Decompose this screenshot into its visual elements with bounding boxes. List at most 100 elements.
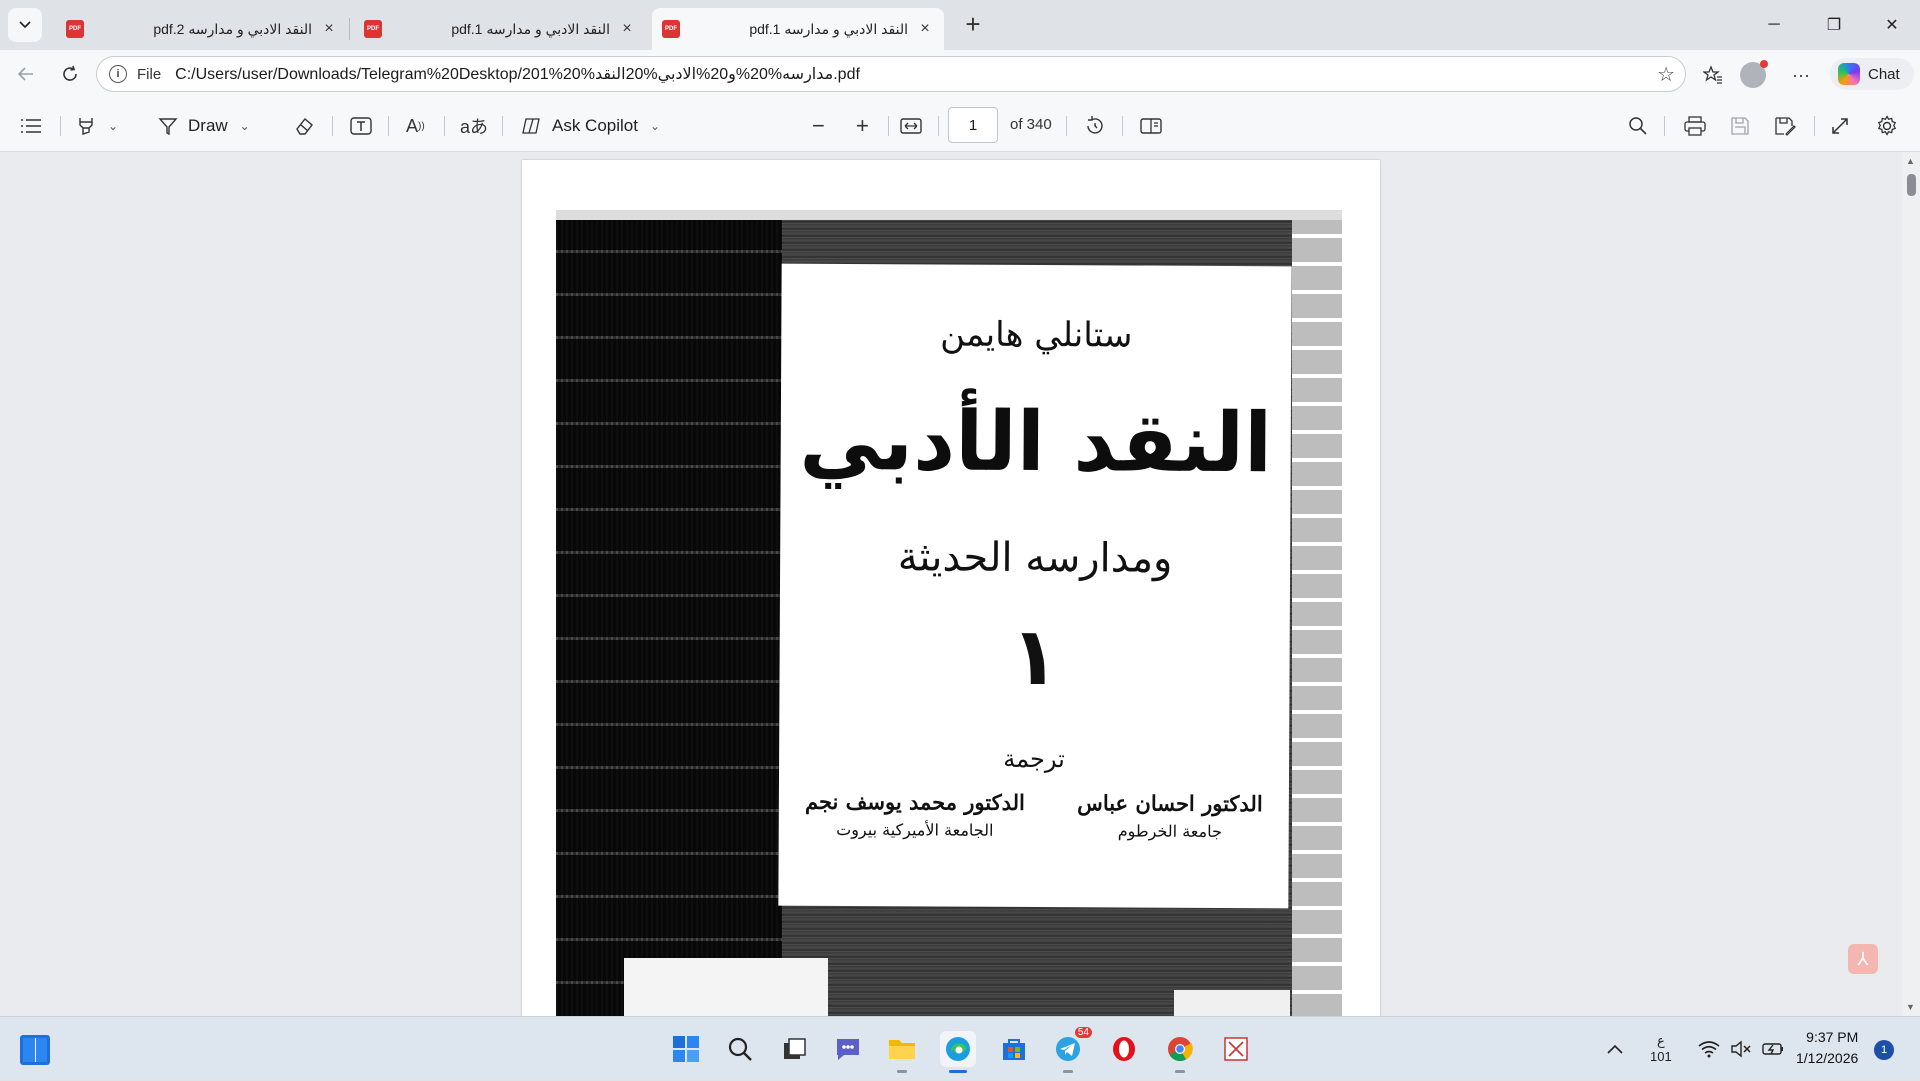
- tab-2[interactable]: PDF النقد الادبي و مدارسه pdf.1 ×: [354, 8, 646, 50]
- vertical-scrollbar[interactable]: ▲ ▼: [1902, 152, 1920, 1016]
- read-aloud-icon: A: [406, 115, 419, 136]
- translate-button[interactable]: aあ: [460, 112, 488, 140]
- zoom-out-button[interactable]: −: [812, 112, 825, 140]
- list-icon: [21, 119, 41, 133]
- contents-button[interactable]: [20, 112, 42, 140]
- more-options-icon[interactable]: ···: [1786, 60, 1816, 90]
- rotate-icon: [1087, 116, 1103, 134]
- save-button[interactable]: [1730, 112, 1750, 140]
- ask-copilot-button[interactable]: Ask Copilot ⌄: [520, 112, 660, 140]
- chevron-down-icon[interactable]: ⌄: [650, 119, 660, 133]
- page-view-button[interactable]: [1140, 112, 1162, 140]
- favorite-star-icon[interactable]: ☆: [1657, 62, 1675, 87]
- draw-label: Draw: [188, 116, 228, 135]
- show-hidden-icons-button[interactable]: [1606, 1017, 1624, 1081]
- microsoft-store-icon[interactable]: [996, 1031, 1032, 1067]
- clock[interactable]: 9:37 PM 1/12/2026: [1796, 1027, 1858, 1069]
- translators: الدكتور احسان عباس جامعة الخرطوم الدكتور…: [779, 789, 1289, 842]
- site-info-icon[interactable]: i: [109, 65, 127, 83]
- search-icon[interactable]: [722, 1031, 758, 1067]
- teams-chat-icon[interactable]: [830, 1031, 866, 1067]
- running-indicator: [1063, 1070, 1073, 1073]
- print-button[interactable]: [1684, 112, 1706, 140]
- scrollbar-thumb[interactable]: [1907, 174, 1916, 196]
- fit-width-button[interactable]: [900, 112, 922, 140]
- save-as-button[interactable]: [1774, 112, 1796, 140]
- gear-icon: [1877, 115, 1897, 136]
- tab-title: النقد الادبي و مدارسه pdf.2: [153, 20, 312, 37]
- copilot-chat-button[interactable]: Chat: [1830, 58, 1914, 90]
- toolbar-divider: [388, 116, 389, 136]
- start-menu-windows-icon[interactable]: [668, 1031, 704, 1067]
- fullscreen-button[interactable]: [1830, 112, 1850, 140]
- system-tray-status[interactable]: [1698, 1017, 1786, 1081]
- telegram-icon[interactable]: 54: [1050, 1027, 1092, 1073]
- draw-button[interactable]: Draw ⌄: [158, 112, 250, 140]
- settings-button[interactable]: [1876, 112, 1898, 140]
- input-language-indicator[interactable]: ع 101: [1650, 1017, 1672, 1081]
- back-button[interactable]: [10, 58, 42, 90]
- highlighter-icon: [79, 118, 93, 135]
- highlight-button[interactable]: ⌄: [76, 112, 118, 140]
- toolbar-divider: [332, 116, 333, 136]
- close-icon[interactable]: ×: [618, 20, 636, 38]
- restore-button[interactable]: ❐: [1806, 0, 1862, 50]
- notification-count-badge[interactable]: 1: [1874, 1040, 1894, 1060]
- read-aloud-button[interactable]: A)): [406, 112, 425, 140]
- chrome-icon[interactable]: [1162, 1031, 1198, 1073]
- address-bar-row: i File C:/Users/user/Downloads/Telegram%…: [0, 50, 1920, 98]
- page-count-label: of 340: [1010, 116, 1052, 133]
- close-icon[interactable]: ×: [320, 20, 338, 38]
- new-tab-button[interactable]: +: [958, 10, 988, 40]
- scroll-down-arrow-icon[interactable]: ▼: [1906, 1002, 1915, 1012]
- scanned-cover-image: ستانلي هايمن النقد الأدبي ومدارسه الحديث…: [556, 210, 1342, 1016]
- rotate-button[interactable]: [1084, 112, 1106, 140]
- translate-icon: aあ: [460, 117, 489, 137]
- toolbar-divider: [1664, 116, 1665, 136]
- chevron-down-icon[interactable]: ⌄: [240, 119, 250, 133]
- edge-browser-icon[interactable]: [940, 1031, 976, 1073]
- erase-button[interactable]: [294, 112, 314, 140]
- toolbar-divider: [888, 116, 889, 136]
- favorites-icon[interactable]: [1698, 60, 1728, 90]
- zoom-in-button[interactable]: +: [856, 112, 869, 140]
- pdf-reader-app-icon[interactable]: [1218, 1031, 1254, 1067]
- translator-affiliation: جامعة الخرطوم: [1117, 821, 1222, 841]
- url-text: C:/Users/user/Downloads/Telegram%20Deskt…: [175, 66, 860, 83]
- pdf-viewer[interactable]: ستانلي هايمن النقد الأدبي ومدارسه الحديث…: [0, 152, 1920, 1016]
- url-scheme-label: File: [137, 65, 162, 83]
- profile-avatar[interactable]: [1740, 60, 1768, 88]
- ask-copilot-label: Ask Copilot: [552, 116, 638, 135]
- scroll-up-arrow-icon[interactable]: ▲: [1906, 156, 1915, 166]
- pdf-page: ستانلي هايمن النقد الأدبي ومدارسه الحديث…: [522, 160, 1380, 1016]
- cover-bottom-patch: [624, 958, 828, 1016]
- find-button[interactable]: [1628, 112, 1648, 140]
- save-icon: [1731, 117, 1749, 135]
- volume-number: ١: [1009, 609, 1060, 704]
- acrobat-icon[interactable]: ⅄: [1848, 944, 1878, 974]
- page-number-input[interactable]: 1: [948, 107, 998, 143]
- add-text-button[interactable]: [350, 112, 372, 140]
- refresh-button[interactable]: [54, 58, 86, 90]
- close-icon[interactable]: ×: [916, 20, 934, 38]
- wifi-icon: [1698, 1041, 1720, 1058]
- running-indicator: [949, 1070, 967, 1073]
- task-view-icon[interactable]: [776, 1031, 812, 1067]
- tab-1[interactable]: PDF النقد الادبي و مدارسه pdf.2 ×: [56, 8, 348, 50]
- minimize-button[interactable]: ─: [1746, 0, 1802, 50]
- file-explorer-icon[interactable]: [884, 1031, 920, 1073]
- close-window-button[interactable]: ✕: [1864, 0, 1920, 50]
- clock-time: 9:37 PM: [1806, 1029, 1859, 1045]
- text-box-icon: [350, 117, 372, 135]
- start-button[interactable]: [20, 1035, 50, 1065]
- tab-3-active[interactable]: PDF النقد الادبي و مدارسه pdf.1 ×: [652, 8, 944, 50]
- chevron-down-icon[interactable]: ⌄: [108, 119, 118, 133]
- url-input[interactable]: i File C:/Users/user/Downloads/Telegram%…: [96, 56, 1686, 92]
- page-view-icon: [1140, 118, 1162, 134]
- language-top: ع: [1656, 1033, 1665, 1048]
- toolbar-divider: [938, 116, 939, 136]
- chevron-down-icon: [18, 17, 32, 34]
- tab-actions-menu-button[interactable]: [8, 8, 42, 42]
- opera-icon[interactable]: [1106, 1031, 1142, 1067]
- volume-muted-icon: [1731, 1040, 1751, 1058]
